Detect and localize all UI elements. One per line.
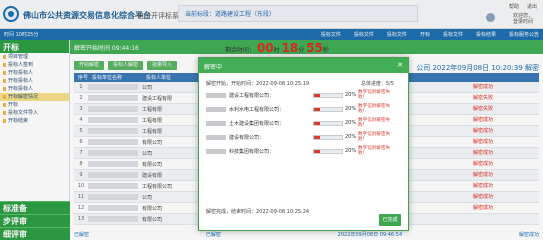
decrypt-row: 科技集团有限公司： 20% 数字信封解密失败！ [206, 144, 402, 158]
redacted-company [206, 120, 226, 126]
finish-button[interactable]: 已完成 [379, 214, 401, 226]
company-name: 水利水电工程有限公司： [229, 106, 285, 113]
progress-fill [314, 135, 320, 139]
decrypt-row: 水利水电工程有限公司： 20% 数字信封解密失败！ [206, 102, 402, 116]
dialog-title: 解密中 [204, 64, 223, 71]
progress-fill [314, 93, 320, 97]
company-name: 建设工程有限公司： [229, 92, 275, 99]
decrypt-message: 数字信封解密失败！ [358, 118, 391, 128]
redacted-company [206, 92, 226, 98]
dialog-title-bar: 解密中 ✕ [199, 58, 408, 73]
decrypt-row: 土木建设集团有限公司： 20% 数字信封解密失败！ [206, 116, 402, 130]
redacted-company [206, 134, 226, 140]
decrypt-message: 数字信封解密失败！ [358, 146, 391, 156]
progress-percent: 20% [345, 92, 357, 98]
decrypt-start-label: 解密开始，开始时间：2022-09-08 10:25:19 [206, 81, 310, 87]
progress-percent: 20% [345, 106, 357, 112]
progress-fill [314, 107, 320, 111]
company-name: 土木建设集团有限公司： [229, 120, 285, 127]
decrypt-progress-list: 建设工程有限公司： 20% 数字信封解密失败！ 水利水电工程有限公司： 20% 数字信封解… [206, 88, 402, 158]
decrypt-row: 建设有限公司： 20% 数字信封解密失败！ [206, 130, 402, 144]
redacted-company [206, 148, 226, 154]
decrypt-progress-bar [313, 106, 343, 112]
close-icon[interactable]: ✕ [397, 61, 403, 69]
company-name: 科技集团有限公司： [229, 148, 275, 155]
progress-fill [314, 121, 320, 125]
decrypt-progress-bar [313, 120, 343, 126]
decrypt-message: 数字信封解密失败！ [358, 104, 391, 114]
decrypt-message: 数字信封解密失败！ [358, 90, 391, 100]
redacted-company [206, 106, 226, 112]
decrypt-progress-bar [313, 148, 343, 154]
decrypt-progress-bar [313, 134, 343, 140]
progress-percent: 20% [345, 120, 357, 126]
decrypt-end-label: 解密完成，结束时间：2022-09-08 10:25:24 [206, 209, 310, 215]
decrypt-total-progress: 总体进度：5/5 [360, 81, 394, 87]
progress-percent: 20% [345, 134, 357, 140]
decrypt-progress-bar [313, 92, 343, 98]
progress-fill [314, 149, 320, 153]
progress-percent: 20% [345, 148, 357, 154]
decrypt-message: 数字信封解密失败！ [358, 132, 391, 142]
company-name: 建设有限公司： [229, 134, 265, 141]
decrypt-row: 建设工程有限公司： 20% 数字信封解密失败！ [206, 88, 402, 102]
decrypt-dialog: 解密中 ✕ 解密开始，开始时间：2022-09-08 10:25:19 总体进度… [198, 57, 409, 231]
